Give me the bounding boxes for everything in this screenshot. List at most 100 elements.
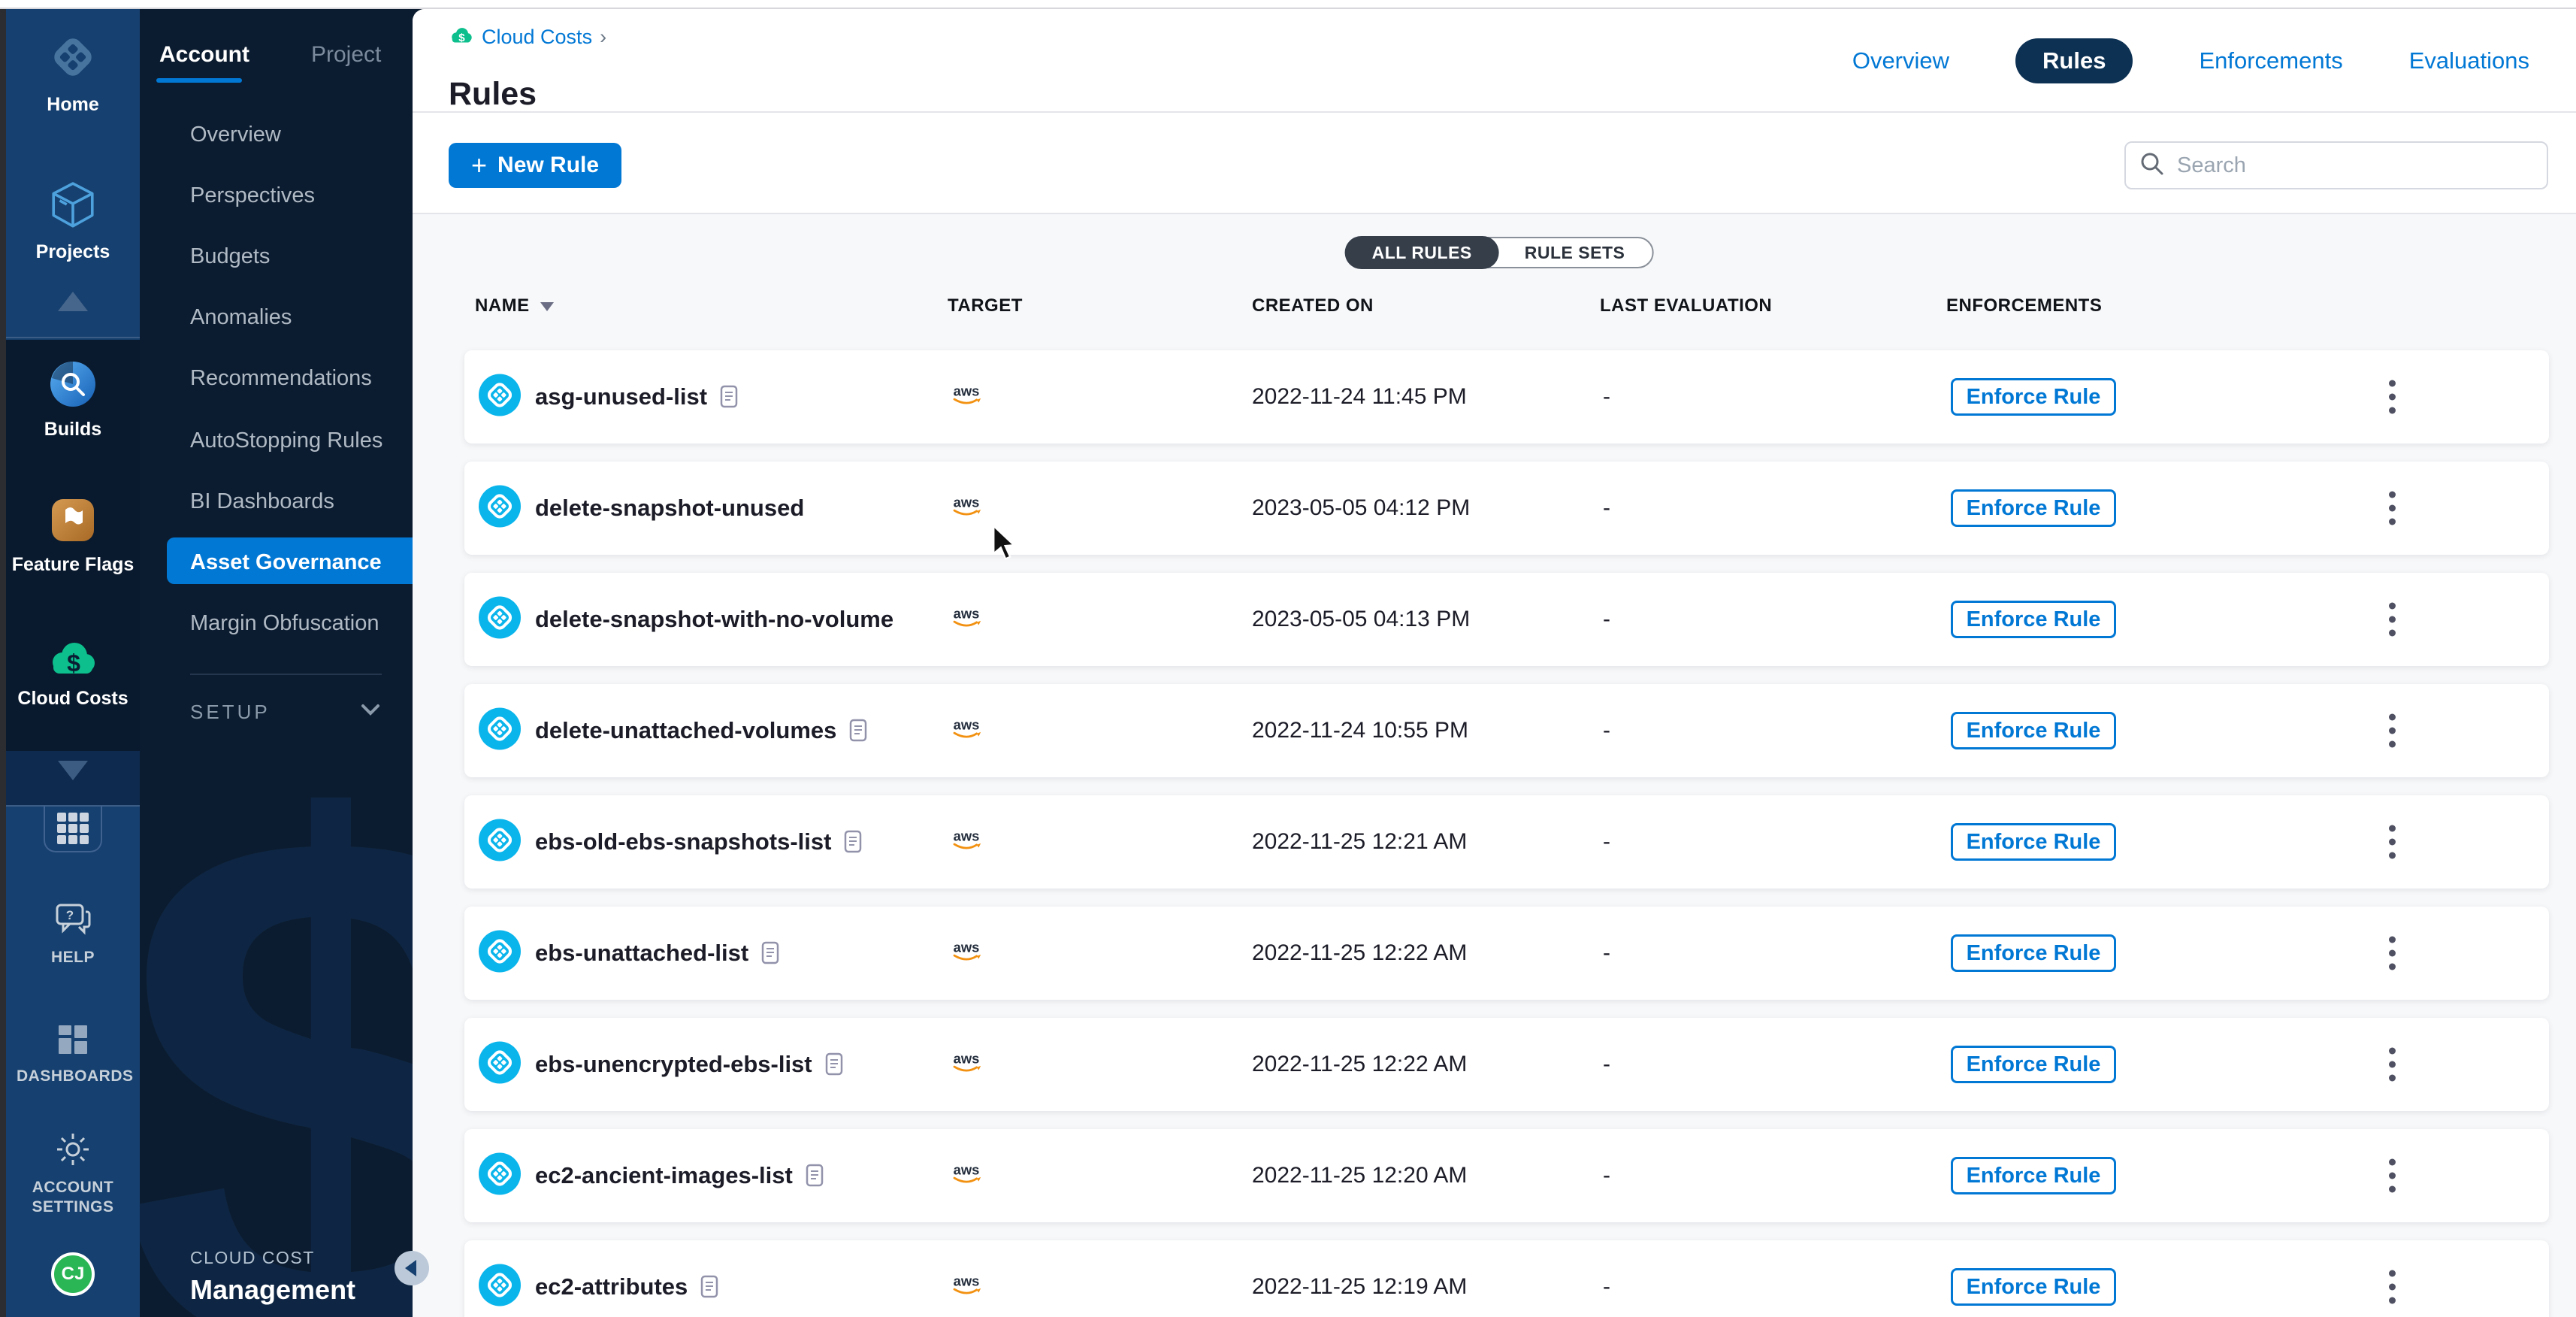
toggle-rule-sets[interactable]: RULE SETS	[1498, 238, 1652, 268]
kebab-menu-icon[interactable]	[2381, 821, 2403, 864]
tab-enforcements[interactable]: Enforcements	[2199, 47, 2342, 74]
scroll-up-control[interactable]	[6, 292, 140, 311]
kebab-menu-icon[interactable]	[2381, 376, 2403, 419]
sidebar-item-asset-governance[interactable]: Asset Governance	[190, 550, 382, 575]
dollar-watermark: $	[140, 663, 425, 1317]
table-row[interactable]: ebs-unattached-list aws 2022-11-25 12:22…	[464, 907, 2549, 1000]
sidebar-item-margin-obfuscation[interactable]: Margin Obfuscation	[190, 610, 379, 636]
svg-text:aws: aws	[954, 606, 980, 622]
enforce-rule-button[interactable]: Enforce Rule	[1951, 823, 2116, 861]
copy-icon[interactable]	[700, 1274, 719, 1300]
table-row[interactable]: asg-unused-list aws 2022-11-24 11:45 PM …	[464, 350, 2549, 444]
svg-text:aws: aws	[954, 940, 980, 955]
table-row[interactable]: delete-snapshot-unused aws 2023-05-05 04…	[464, 462, 2549, 555]
last-evaluation: -	[1603, 1163, 1610, 1188]
enforce-rule-button[interactable]: Enforce Rule	[1951, 934, 2116, 972]
setup-section-toggle[interactable]: SETUP	[190, 701, 382, 724]
rule-icon	[479, 374, 521, 420]
sidebar-item-home[interactable]: Home	[6, 30, 140, 115]
new-rule-button[interactable]: + New Rule	[449, 143, 621, 188]
sidebar-item-budgets[interactable]: Budgets	[190, 244, 270, 269]
sidebar-item-dashboards[interactable]: DASHBOARDS	[6, 1022, 140, 1086]
sidebar-item-account-settings[interactable]: ACCOUNT SETTINGS	[6, 1131, 140, 1217]
rule-icon	[479, 1153, 521, 1199]
kebab-menu-icon[interactable]	[2381, 1043, 2403, 1086]
rail-label: ACCOUNT SETTINGS	[17, 1178, 129, 1217]
kebab-menu-icon[interactable]	[2381, 1266, 2403, 1309]
created-on: 2022-11-24 11:45 PM	[1252, 384, 1467, 410]
sidebar-item-bi-dashboards[interactable]: BI Dashboards	[190, 489, 334, 514]
rule-name: delete-snapshot-unused	[535, 495, 804, 522]
created-on: 2022-11-25 12:20 AM	[1252, 1163, 1467, 1188]
copy-icon[interactable]	[848, 718, 868, 743]
enforce-rule-button[interactable]: Enforce Rule	[1951, 1157, 2116, 1194]
kebab-menu-icon[interactable]	[2381, 932, 2403, 975]
kebab-menu-icon[interactable]	[2381, 710, 2403, 752]
tab-rules[interactable]: Rules	[2015, 38, 2133, 83]
divider	[6, 337, 140, 338]
rule-name: ec2-attributes	[535, 1273, 688, 1300]
toggle-all-rules[interactable]: ALL RULES	[1345, 236, 1499, 269]
breadcrumb[interactable]: $ Cloud Costs ›	[449, 26, 606, 49]
sidebar-item-feature-flags[interactable]: Feature Flags	[6, 496, 140, 575]
sidebar-item-projects[interactable]: Projects	[6, 179, 140, 262]
sort-descending-icon	[540, 302, 554, 311]
enforce-rule-button[interactable]: Enforce Rule	[1951, 1046, 2116, 1083]
rule-name: delete-snapshot-with-no-volume	[535, 606, 893, 633]
table-row[interactable]: ebs-unencrypted-ebs-list aws 2022-11-25 …	[464, 1018, 2549, 1111]
sidebar-item-perspectives[interactable]: Perspectives	[190, 183, 315, 208]
sidebar-collapse-button[interactable]	[395, 1251, 429, 1285]
last-evaluation: -	[1603, 718, 1610, 743]
sidebar-item-anomalies[interactable]: Anomalies	[190, 304, 292, 330]
table-row[interactable]: delete-snapshot-with-no-volume aws 2023-…	[464, 573, 2549, 666]
copy-icon[interactable]	[805, 1163, 824, 1188]
scroll-down-control[interactable]	[6, 761, 140, 780]
rule-icon	[479, 597, 521, 643]
tab-account[interactable]: Account	[159, 42, 249, 68]
apps-grid-button[interactable]	[44, 806, 102, 852]
column-name[interactable]: NAME	[475, 295, 554, 316]
cube-icon	[48, 179, 98, 235]
sidebar-item-overview[interactable]: Overview	[190, 122, 281, 147]
copy-icon[interactable]	[760, 940, 780, 966]
kebab-menu-icon[interactable]	[2381, 1155, 2403, 1197]
enforce-rule-button[interactable]: Enforce Rule	[1951, 1268, 2116, 1306]
search-input[interactable]	[2175, 153, 2533, 179]
sidebar-item-builds[interactable]: Builds	[6, 359, 140, 440]
rule-name: ec2-ancient-images-list	[535, 1162, 793, 1189]
plus-icon: +	[471, 154, 487, 177]
created-on: 2022-11-24 10:55 PM	[1252, 718, 1468, 743]
sidebar-item-recommendations[interactable]: Recommendations	[190, 365, 372, 391]
table-row[interactable]: ebs-old-ebs-snapshots-list aws 2022-11-2…	[464, 795, 2549, 889]
rule-name: delete-unattached-volumes	[535, 717, 836, 744]
enforce-rule-button[interactable]: Enforce Rule	[1951, 601, 2116, 638]
sidebar-item-cloud-costs[interactable]: $ Cloud Costs	[6, 639, 140, 709]
aws-target-icon: aws	[948, 717, 984, 745]
created-on: 2022-11-25 12:22 AM	[1252, 940, 1467, 966]
table-row[interactable]: ec2-ancient-images-list aws 2022-11-25 1…	[464, 1129, 2549, 1222]
search-box[interactable]	[2124, 141, 2548, 189]
tab-overview[interactable]: Overview	[1852, 47, 1949, 74]
table-row[interactable]: ec2-attributes aws 2022-11-25 12:19 AM -…	[464, 1240, 2549, 1317]
user-avatar[interactable]: CJ	[6, 1252, 140, 1296]
toolbar: + New Rule	[413, 113, 2576, 214]
sidebar-item-autostopping-rules[interactable]: AutoStopping Rules	[190, 428, 382, 453]
sidebar-item-help[interactable]: ? HELP	[6, 902, 140, 967]
tab-evaluations[interactable]: Evaluations	[2409, 47, 2529, 74]
enforce-rule-button[interactable]: Enforce Rule	[1951, 378, 2116, 416]
tab-project[interactable]: Project	[311, 42, 381, 68]
svg-text:aws: aws	[954, 495, 980, 510]
table-row[interactable]: delete-unattached-volumes aws 2022-11-24…	[464, 684, 2549, 777]
copy-icon[interactable]	[843, 829, 863, 855]
kebab-menu-icon[interactable]	[2381, 598, 2403, 641]
main-content: $ Cloud Costs › Rules Overview Rules Enf…	[413, 9, 2576, 1317]
kebab-menu-icon[interactable]	[2381, 487, 2403, 530]
last-evaluation: -	[1603, 829, 1610, 855]
copy-icon[interactable]	[824, 1052, 844, 1077]
svg-text:aws: aws	[954, 1051, 980, 1067]
enforce-rule-button[interactable]: Enforce Rule	[1951, 489, 2116, 527]
copy-icon[interactable]	[719, 384, 739, 410]
enforce-rule-button[interactable]: Enforce Rule	[1951, 712, 2116, 749]
breadcrumb-link[interactable]: Cloud Costs	[482, 26, 592, 49]
help-chat-icon: ?	[53, 902, 92, 942]
